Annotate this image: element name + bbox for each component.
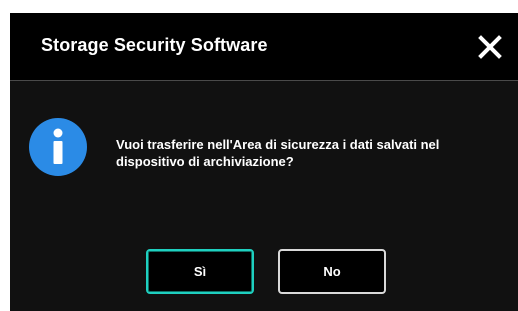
- yes-button[interactable]: Sì: [146, 249, 254, 294]
- dialog-message: Vuoi trasferire nell'Area di sicurezza i…: [116, 137, 440, 169]
- dialog-title: Storage Security Software: [41, 35, 268, 55]
- close-button[interactable]: [477, 34, 503, 60]
- dialog-titlebar: Storage Security Software: [10, 13, 518, 80]
- close-icon: [478, 35, 502, 59]
- no-button[interactable]: No: [278, 249, 386, 294]
- info-icon: [29, 118, 87, 176]
- dialog: Storage Security Software Vuoi trasferir…: [10, 13, 518, 311]
- dialog-body: Vuoi trasferire nell'Area di sicurezza i…: [10, 81, 518, 311]
